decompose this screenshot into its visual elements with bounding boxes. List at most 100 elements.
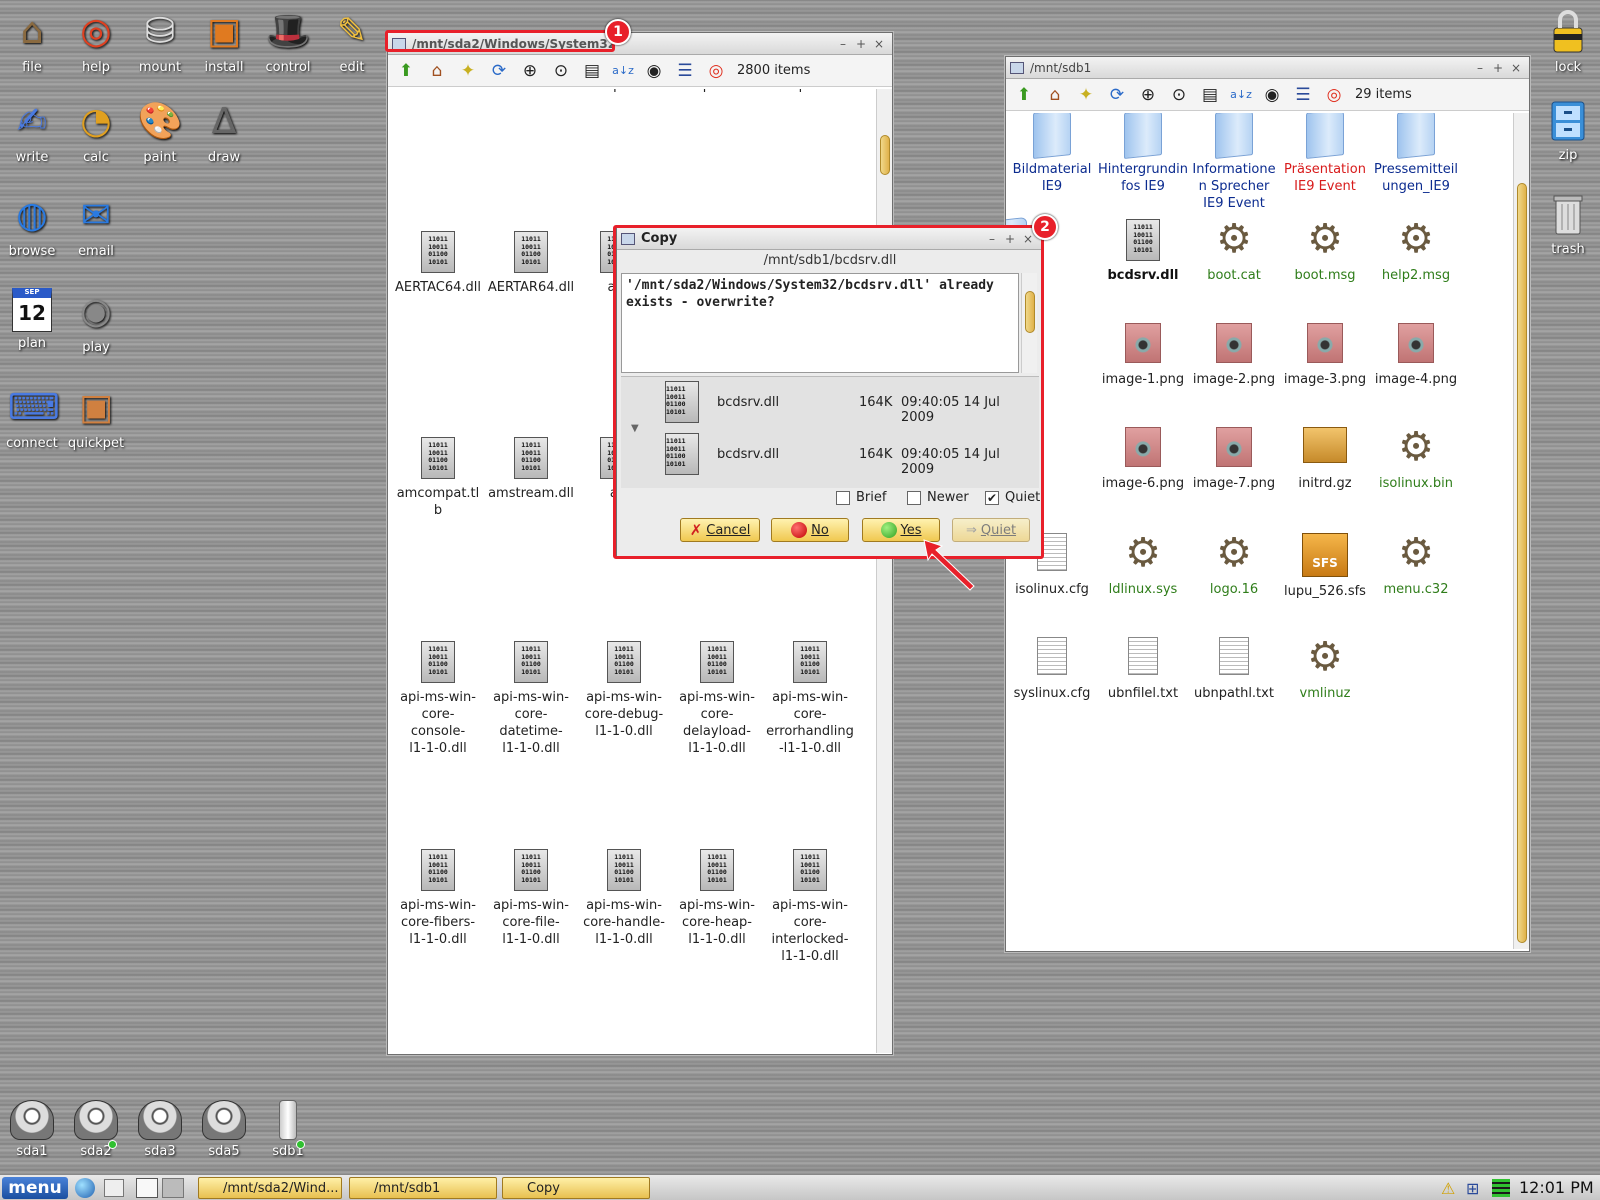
details-view-icon[interactable]: ▤ (1196, 82, 1224, 108)
desktop-icon-help[interactable]: ◎ help (64, 8, 128, 75)
desktop-icon-file[interactable]: ⌂ file (0, 8, 64, 75)
file-item[interactable]: 11011 10011 01100 10101 bcdsrv.dll (1097, 219, 1189, 284)
file-item[interactable]: ⚙ menu.c32 (1370, 533, 1462, 598)
file-item[interactable]: Bildmaterial IE9 (1006, 113, 1098, 195)
file-item[interactable]: ⚙ logo.16 (1188, 533, 1280, 598)
file-item[interactable]: 11011 10011 01100 10101aeevts.dll (392, 89, 484, 94)
desktop-icon-plan[interactable]: SEP 12 plan (0, 288, 64, 351)
file-item[interactable]: Pressemitteil ungen_IE9 (1370, 113, 1462, 195)
file-item[interactable]: ⚙ boot.msg (1279, 219, 1371, 284)
file-item[interactable]: ⚙ help2.msg (1370, 219, 1462, 284)
sort-icon[interactable]: a↓z (1227, 82, 1255, 108)
file-item[interactable]: 11011 10011 01100 10101 amstream.dll (485, 437, 577, 502)
desktop-switch-icon[interactable] (162, 1178, 184, 1198)
help-lifebuoy-icon[interactable]: ◎ (702, 58, 730, 84)
drive-sda2[interactable]: sda2 (68, 1100, 124, 1159)
file-item[interactable]: Hintergrundin fos IE9 (1097, 113, 1189, 195)
details-view-icon[interactable]: ▤ (578, 58, 606, 84)
file-item[interactable]: ⚙ boot.cat (1188, 219, 1280, 284)
refresh-icon[interactable]: ⟳ (1103, 82, 1131, 108)
battery-tray-icon[interactable] (1492, 1179, 1510, 1197)
sort-icon[interactable]: a↓z (609, 58, 637, 84)
file-item[interactable]: initrd.gz (1279, 427, 1371, 492)
file-item[interactable]: ubnfilel.txt (1097, 637, 1189, 702)
desktop-icon-calc[interactable]: ◔ calc (64, 98, 128, 165)
file-item[interactable]: 11011 10011 01100 10101 api-ms-win- core-… (671, 641, 763, 757)
file-item[interactable]: 11011 10011 01100 10101aeinv.dll (485, 89, 577, 94)
file-item[interactable]: image-4.png (1370, 323, 1462, 388)
desktop-icon-quickpet[interactable]: ▣ quickpet (64, 384, 128, 451)
desktop-icon-browse[interactable]: ◍ browse (0, 192, 64, 259)
list-view-icon[interactable]: ☰ (671, 58, 699, 84)
up-arrow-icon[interactable]: ⬆ (392, 58, 420, 84)
zoom-in-icon[interactable]: ⊕ (1134, 82, 1162, 108)
file-item[interactable]: 11011 10011 01100 10101aepic.dll (764, 89, 856, 94)
desktop-icon-install[interactable]: ▣ install (192, 8, 256, 75)
desktop-icon-zip[interactable]: zip (1536, 96, 1600, 163)
zoom-fit-icon[interactable]: ⊙ (1165, 82, 1193, 108)
task-window-copy[interactable]: Copy (502, 1177, 650, 1199)
desktop-icon-play[interactable]: ◉ play (64, 288, 128, 355)
close-button[interactable]: × (870, 37, 888, 51)
file-item[interactable]: ⚙ isolinux.bin (1370, 427, 1462, 492)
task-window-system32[interactable]: /mnt/sda2/Wind... (198, 1177, 342, 1199)
file-item[interactable]: 11011 10011 01100 10101 api-ms-win- core-… (392, 641, 484, 757)
file-item[interactable]: ⚙ ldlinux.sys (1097, 533, 1189, 598)
drive-sda3[interactable]: sda3 (132, 1100, 188, 1159)
file-item[interactable]: 11011 10011 01100 10101 amcompat.tl b (392, 437, 484, 519)
file-item[interactable]: 11011 10011 01100 10101 api-ms-win- core-… (485, 849, 577, 948)
minimize-button[interactable]: – (834, 37, 852, 51)
file-item[interactable]: Informatione n Sprecher IE9 Event (1188, 113, 1280, 212)
maximize-button[interactable]: + (1489, 61, 1507, 75)
file-item[interactable]: image-2.png (1188, 323, 1280, 388)
drive-sda1[interactable]: sda1 (4, 1100, 60, 1159)
zoom-fit-icon[interactable]: ⊙ (547, 58, 575, 84)
refresh-icon[interactable]: ⟳ (485, 58, 513, 84)
desktop-icon-control[interactable]: 🎩 control (256, 8, 320, 75)
file-item[interactable]: 11011 10011 01100 10101 AERTAR64.dll (485, 231, 577, 296)
drive-sdb1[interactable]: sdb1 (260, 1100, 316, 1159)
edit-icon[interactable] (104, 1179, 124, 1197)
file-item[interactable]: image-1.png (1097, 323, 1189, 388)
file-item[interactable]: ubnpathl.txt (1188, 637, 1280, 702)
file-item[interactable]: ⚙ vmlinuz (1279, 637, 1371, 702)
browser-globe-icon[interactable] (75, 1178, 95, 1198)
eye-icon[interactable]: ◉ (1258, 82, 1286, 108)
file-item[interactable]: 11011 10011 01100 10101aepdu.dll (671, 89, 763, 94)
bookmark-key-icon[interactable]: ✦ (454, 58, 482, 84)
task-window-sdb1[interactable]: /mnt/sdb1 (349, 1177, 497, 1199)
home-icon[interactable]: ⌂ (423, 58, 451, 84)
file-item[interactable]: 11011 10011 01100 10101 AERTAC64.dll (392, 231, 484, 296)
desktop-icon-edit[interactable]: ✎ edit (320, 8, 384, 75)
file-item[interactable]: 11011 10011 01100 10101 api-ms-win- core-… (578, 849, 670, 948)
file-item[interactable]: 11011 10011 01100 10101 api-ms-win- core-… (578, 641, 670, 740)
list-view-icon[interactable]: ☰ (1289, 82, 1317, 108)
file-item[interactable]: 11011 10011 01100 10101 api-ms-win- core-… (764, 849, 856, 965)
desktop-switch-icon[interactable] (136, 1178, 158, 1198)
scrollbar-thumb[interactable] (1517, 183, 1527, 943)
desktop-icon-mount[interactable]: ⛁ mount (128, 8, 192, 75)
maximize-button[interactable]: + (852, 37, 870, 51)
home-icon[interactable]: ⌂ (1041, 82, 1069, 108)
scrollbar-thumb[interactable] (880, 135, 890, 175)
minimize-button[interactable]: – (1471, 61, 1489, 75)
close-button[interactable]: × (1507, 61, 1525, 75)
warning-tray-icon[interactable]: ⚠ (1441, 1179, 1455, 1198)
desktop-icon-draw[interactable]: ∆ draw (192, 98, 256, 165)
eye-icon[interactable]: ◉ (640, 58, 668, 84)
desktop-icon-lock[interactable]: lock (1536, 8, 1600, 75)
up-arrow-icon[interactable]: ⬆ (1010, 82, 1038, 108)
file-item[interactable]: image-3.png (1279, 323, 1371, 388)
desktop-icon-email[interactable]: ✉ email (64, 192, 128, 259)
file-item[interactable]: 11011 10011 01100 10101 api-ms-win- core-… (671, 849, 763, 948)
desktop-icon-paint[interactable]: 🎨 paint (128, 98, 192, 165)
file-item[interactable]: 11011 10011 01100 10101 api-ms-win- core-… (764, 641, 856, 757)
file-item[interactable]: 11011 10011 01100 10101 api-ms-win- core-… (485, 641, 577, 757)
help-lifebuoy-icon[interactable]: ◎ (1320, 82, 1348, 108)
file-item[interactable]: 11011 10011 01100 10101aelupsvc.dll (578, 89, 670, 94)
drive-sda5[interactable]: sda5 (196, 1100, 252, 1159)
file-item[interactable]: image-7.png (1188, 427, 1280, 492)
bookmark-key-icon[interactable]: ✦ (1072, 82, 1100, 108)
desktop-icon-trash[interactable]: trash (1536, 190, 1600, 257)
file-item[interactable]: SFS lupu_526.sfs (1279, 533, 1371, 600)
